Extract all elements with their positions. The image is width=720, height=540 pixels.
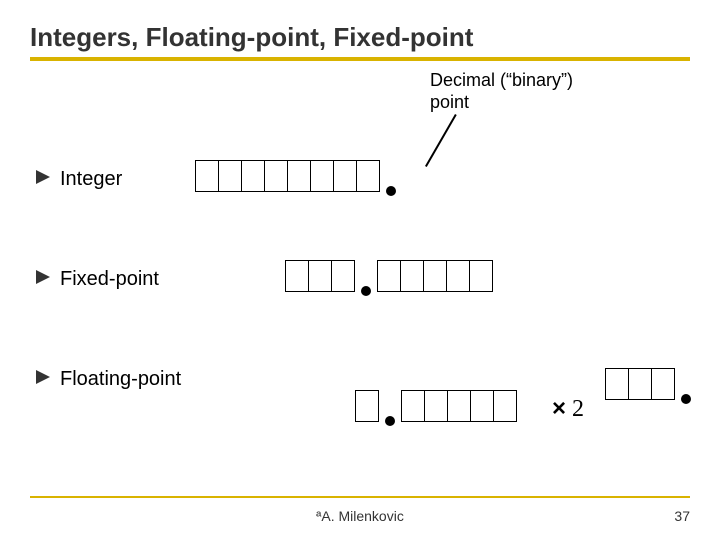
row-fixed: Fixed-point [36, 268, 159, 291]
cell [446, 260, 470, 292]
grid-fixed-right [377, 260, 493, 292]
cell [333, 160, 357, 192]
base-two: 2 [572, 396, 584, 423]
cell [195, 160, 219, 192]
grid-fixed-left [285, 260, 355, 292]
cell [241, 160, 265, 192]
times-two: × 2 [552, 395, 584, 423]
cell [310, 160, 334, 192]
cell [264, 160, 288, 192]
caption-line2: point [430, 92, 469, 112]
caption-line1: Decimal (“binary”) [430, 70, 573, 90]
footer-rule [30, 496, 690, 498]
grid-integer [195, 160, 396, 192]
cell [400, 260, 424, 292]
cell [401, 390, 425, 422]
cell [424, 390, 448, 422]
cell [287, 160, 311, 192]
cell [470, 390, 494, 422]
caption-decimal-point: Decimal (“binary”) point [430, 70, 573, 113]
cell [493, 390, 517, 422]
cell [447, 390, 471, 422]
row-float: Floating-point [36, 368, 181, 391]
grid-fixed [285, 260, 493, 292]
cell [377, 260, 401, 292]
cell [469, 260, 493, 292]
copyright: ªA. Milenkovic [0, 508, 720, 524]
grid-float-mantissa [355, 390, 517, 422]
pointer-line [425, 114, 457, 167]
title-underline [30, 57, 690, 61]
bullet-integer-label: Integer [60, 168, 122, 191]
times-symbol: × [552, 395, 566, 423]
bullet-fixed-label: Fixed-point [60, 268, 159, 291]
decimal-point-dot [681, 394, 691, 404]
slide-title: Integers, Floating-point, Fixed-point [30, 22, 690, 53]
decimal-point-dot [386, 186, 396, 196]
cell [628, 368, 652, 400]
cell [285, 260, 309, 292]
cell [356, 160, 380, 192]
grid-float-left [355, 390, 379, 422]
grid-integer-cells [195, 160, 380, 192]
cell [605, 368, 629, 400]
bullet-arrow-icon [36, 170, 50, 189]
cell [218, 160, 242, 192]
cell [308, 260, 332, 292]
page-number: 37 [674, 508, 690, 524]
cell [423, 260, 447, 292]
cell [331, 260, 355, 292]
grid-float-right [401, 390, 517, 422]
grid-exponent-cells [605, 368, 675, 400]
decimal-point-dot [385, 416, 395, 426]
slide: Integers, Floating-point, Fixed-point De… [0, 0, 720, 540]
bullet-arrow-icon [36, 370, 50, 389]
bullet-float-label: Floating-point [60, 368, 181, 391]
row-integer: Integer [36, 168, 122, 191]
cell [651, 368, 675, 400]
grid-float-exponent [605, 368, 691, 400]
decimal-point-dot [361, 286, 371, 296]
bullet-arrow-icon [36, 270, 50, 289]
cell [355, 390, 379, 422]
